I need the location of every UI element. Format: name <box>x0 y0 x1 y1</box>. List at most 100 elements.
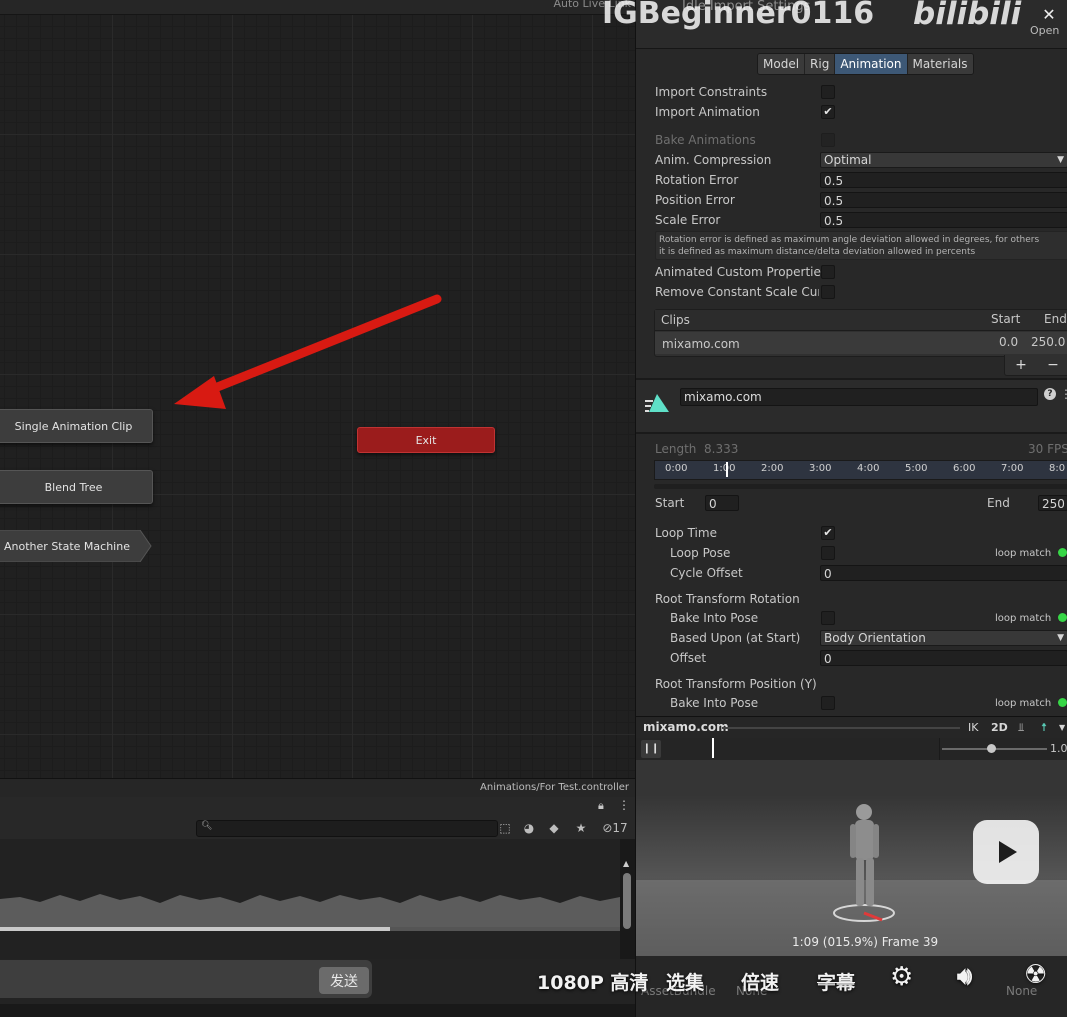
remove-constant-scale-checkbox[interactable] <box>821 285 835 299</box>
speed-button[interactable]: 倍速 <box>741 968 779 995</box>
quality-button[interactable]: 1080P 高清 <box>537 968 648 995</box>
loop-time-checkbox[interactable]: ✔ <box>821 526 835 540</box>
loop-match-indicator <box>1058 613 1067 622</box>
tab-rig[interactable]: Rig <box>805 54 836 74</box>
loop-match-label: loop match <box>995 548 1052 559</box>
close-icon[interactable]: ✕ <box>1034 0 1064 30</box>
offset-label: Offset <box>670 651 707 665</box>
subtitle-button[interactable]: 字幕 <box>817 968 855 995</box>
anim-compression-dropdown[interactable]: Optimal ▼ <box>820 152 1067 168</box>
radiation-icon[interactable]: ☢ <box>1024 960 1047 990</box>
tab-materials[interactable]: Materials <box>907 54 973 74</box>
loop-match-label: loop match <box>995 698 1052 709</box>
ik-toggle[interactable]: IK <box>965 720 981 736</box>
based-upon-value: Body Orientation <box>824 631 926 645</box>
fps-value: 30 FPS <box>1028 442 1067 456</box>
loop-match-indicator <box>1058 698 1067 707</box>
clip-name-field[interactable]: mixamo.com <box>680 388 1038 406</box>
avatar-figure-icon[interactable]: ☨ <box>1038 720 1050 736</box>
pivot-icon[interactable]: ⫫ <box>1015 720 1027 736</box>
based-upon-label: Based Upon (at Start) <box>670 631 801 645</box>
length-label: Length <box>655 442 697 456</box>
create-icon[interactable]: ⬚ <box>496 819 514 837</box>
chevron-down-icon[interactable]: ▼ <box>1056 720 1067 736</box>
project-header: 🔒︎ ⋮ <box>0 797 635 818</box>
offset-field[interactable]: 0 <box>820 650 1067 666</box>
help-line-2: it is defined as maximum distance/delta … <box>659 247 976 257</box>
clip-more-icon[interactable]: ⋮ <box>1060 387 1067 401</box>
loop-match-label: loop match <box>995 613 1052 624</box>
playbar-separator <box>939 738 940 760</box>
timeline-tick: 6:00 <box>953 463 976 474</box>
project-scrollbar[interactable]: ▲ <box>622 859 632 939</box>
project-search-input[interactable]: 🔍︎ <box>196 820 498 837</box>
2d-toggle[interactable]: 2D <box>988 720 1011 736</box>
tab-animation[interactable]: Animation <box>835 54 908 74</box>
section-divider <box>636 432 1067 434</box>
clip-item-start: 0.0 <box>999 335 1019 349</box>
clip-item-end: 250.0 <box>1031 335 1066 349</box>
import-animation-checkbox[interactable]: ✔ <box>821 105 835 119</box>
preview-playhead[interactable] <box>712 738 714 758</box>
animated-custom-properties-checkbox[interactable] <box>821 265 835 279</box>
preview-playbar: ❙❙ 1.0 <box>636 738 1067 760</box>
send-button[interactable]: 发送 <box>319 967 369 994</box>
remove-clip-button[interactable]: − <box>1047 357 1059 373</box>
bilibili-tv-play-icon[interactable] <box>973 820 1039 884</box>
speed-value: 1.0 <box>1050 742 1067 755</box>
import-constraints-checkbox[interactable] <box>821 85 835 99</box>
favorite-star-icon[interactable]: ★ <box>572 819 590 837</box>
timeline-playhead[interactable] <box>726 462 728 477</box>
position-error-field[interactable]: 0.5 <box>820 192 1067 208</box>
start-field[interactable]: 0 <box>705 495 739 511</box>
clip-list-item[interactable]: mixamo.com 0.0 250.0 <box>655 332 1067 354</box>
comment-input[interactable] <box>0 960 372 998</box>
end-field[interactable]: 250 <box>1038 495 1067 511</box>
uploader-watermark: IGBeginner0116 <box>602 0 875 31</box>
speed-slider-handle[interactable] <box>987 744 996 753</box>
character-model <box>833 804 895 922</box>
add-clip-button[interactable]: + <box>1015 357 1027 373</box>
loop-pose-checkbox[interactable] <box>821 546 835 560</box>
pause-button[interactable]: ❙❙ <box>641 740 661 758</box>
more-options-icon[interactable]: ⋮ <box>618 798 630 812</box>
position-bake-into-pose-checkbox[interactable] <box>821 696 835 710</box>
remove-constant-scale-label: Remove Constant Scale Curv <box>655 285 819 299</box>
preview-clip-name: mixamo.com <box>643 720 729 734</box>
timeline-tick: 3:00 <box>809 463 832 474</box>
episodes-button[interactable]: 选集 <box>666 968 704 995</box>
bake-animations-label: Bake Animations <box>655 133 756 147</box>
based-upon-dropdown[interactable]: Body Orientation ▼ <box>820 630 1067 646</box>
volume-icon[interactable]: 🔊︎ <box>957 962 972 990</box>
rotation-bake-into-pose-label: Bake Into Pose <box>670 611 759 625</box>
end-label: End <box>987 496 1010 510</box>
anim-compression-label: Anim. Compression <box>655 153 772 167</box>
lock-icon[interactable]: 🔒︎ <box>598 799 604 813</box>
settings-gear-icon[interactable]: ⚙ <box>890 962 913 992</box>
position-bake-into-pose-label: Bake Into Pose <box>670 696 759 710</box>
filter-type-icon[interactable]: ◕ <box>520 819 538 837</box>
rotation-bake-into-pose-checkbox[interactable] <box>821 611 835 625</box>
clip-range-slider[interactable] <box>654 484 1067 489</box>
help-icon[interactable]: ? <box>1044 388 1056 400</box>
play-triangle-icon <box>999 841 1017 863</box>
clips-header: Clips Start End <box>655 310 1067 331</box>
eye-slash-icon: ⊘ <box>602 821 613 835</box>
loop-pose-label: Loop Pose <box>670 546 731 560</box>
rotation-error-field[interactable]: 0.5 <box>820 172 1067 188</box>
scroll-thumb[interactable] <box>623 873 631 929</box>
timeline-tick: 0:00 <box>665 463 688 474</box>
clip-timeline[interactable]: 0:00 1:00 2:00 3:00 4:00 5:00 6:00 7:00 … <box>654 460 1067 480</box>
clips-add-remove: + − <box>1004 355 1067 376</box>
label-tag-icon[interactable]: ◆ <box>545 819 563 837</box>
scroll-up-icon[interactable]: ▲ <box>623 859 629 868</box>
tab-model[interactable]: Model <box>758 54 806 74</box>
controller-path: Animations/For Test.controller <box>480 782 629 793</box>
controller-path-bar: Animations/For Test.controller <box>0 778 635 797</box>
cycle-offset-field[interactable]: 0 <box>820 565 1067 581</box>
scale-error-field[interactable]: 0.5 <box>820 212 1067 228</box>
hidden-count-icon[interactable]: ⊘ 17 <box>598 819 632 837</box>
clips-header-label: Clips <box>661 313 690 327</box>
animator-graph[interactable]: Auto Live Link Single Animation Clip Ble… <box>0 0 635 778</box>
preview-status: 1:09 (015.9%) Frame 39 <box>792 935 939 949</box>
